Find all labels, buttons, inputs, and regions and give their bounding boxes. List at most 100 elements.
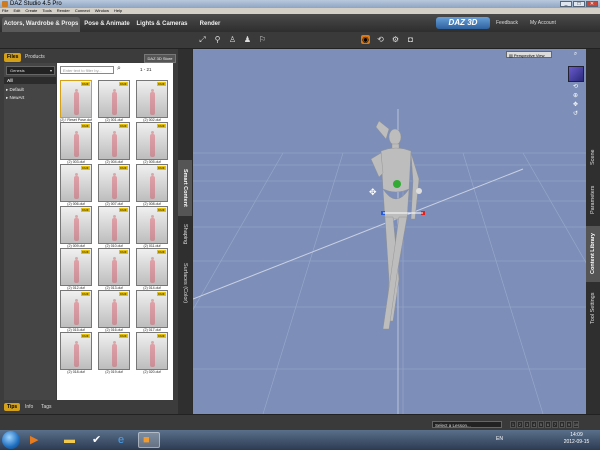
lesson-page-button[interactable]: 8 [559, 421, 565, 428]
content-thumbnail[interactable]: DUF [98, 122, 130, 160]
tab-lights-cameras[interactable]: Lights & Cameras [134, 17, 190, 32]
check-icon: ✔ [92, 434, 102, 446]
content-thumbnail[interactable]: DUF [98, 80, 130, 118]
render-settings-icon[interactable]: ⚙ [391, 35, 400, 44]
lesson-page-button[interactable]: 10 [573, 421, 579, 428]
content-thumbnail[interactable]: DUF [136, 164, 168, 202]
content-thumbnail[interactable]: DUF [98, 164, 130, 202]
pose-figure-preview [73, 89, 80, 115]
system-clock[interactable]: 14:09 2012-09-15 [555, 432, 598, 446]
filter-input[interactable]: Enter text to filter by... [60, 66, 114, 74]
start-button[interactable] [2, 431, 20, 449]
menu-window[interactable]: Window [95, 8, 109, 13]
menu-tools[interactable]: Tools [42, 8, 51, 13]
duf-badge: DUF [81, 82, 90, 86]
camera-orbit-icon[interactable]: ⟲ [376, 35, 385, 44]
content-thumbnail[interactable]: DUF [98, 206, 130, 244]
menu-create[interactable]: Create [25, 8, 37, 13]
tab-smart-content[interactable]: Smart Content [178, 160, 192, 216]
camera-pan-icon[interactable]: ✥ [572, 102, 579, 109]
feedback-link[interactable]: Feedback [496, 20, 518, 26]
render-camera-icon[interactable]: ◘ [406, 35, 415, 44]
close-button[interactable]: ✕ [586, 1, 598, 7]
language-indicator[interactable]: EN [496, 436, 503, 442]
tab-parameters[interactable]: Parameters [586, 176, 600, 224]
content-thumbnail[interactable]: DUF [98, 248, 130, 286]
category-select[interactable]: Genesis ▾ [6, 66, 55, 75]
node-tool-icon[interactable]: ⚐ [258, 35, 267, 44]
category-all[interactable]: All [4, 77, 56, 84]
viewport-scene: ✥ [193, 109, 586, 414]
tab-tool-settings[interactable]: Tool Settings [586, 284, 600, 332]
my-account-link[interactable]: My Account [530, 20, 556, 26]
category-default[interactable]: ▸ Default [6, 87, 24, 93]
genesis-figure[interactable] [370, 120, 420, 330]
minimize-button[interactable]: _ [560, 1, 572, 7]
tab-render[interactable]: Render [192, 17, 228, 32]
lesson-page-button[interactable]: 7 [552, 421, 558, 428]
category-newart[interactable]: ▸ NewArt [6, 95, 24, 101]
tab-products[interactable]: Products [22, 53, 48, 62]
menu-edit[interactable]: Edit [13, 8, 20, 13]
content-thumbnail[interactable]: DUF [60, 332, 92, 370]
lesson-page-button[interactable]: 5 [538, 421, 544, 428]
view-cube[interactable] [568, 66, 584, 82]
content-thumbnail[interactable]: DUF [136, 206, 168, 244]
menu-file[interactable]: File [2, 8, 8, 13]
daz-store-button[interactable]: DAZ 3D Store [144, 54, 176, 63]
tab-scene[interactable]: Scene [586, 140, 600, 174]
camera-reset-icon[interactable]: ↺ [572, 111, 579, 118]
content-thumbnail[interactable]: DUF [136, 332, 168, 370]
content-thumbnail[interactable]: DUF [60, 80, 92, 118]
tab-tips[interactable]: Tips [4, 403, 21, 411]
tab-info[interactable]: Info [22, 403, 36, 411]
tab-pose-animate[interactable]: Pose & Animate [82, 17, 132, 32]
tab-tags[interactable]: Tags [38, 403, 55, 411]
daz3d-logo: DAZ 3D [436, 17, 490, 29]
menu-help[interactable]: Help [114, 8, 122, 13]
3d-viewport[interactable]: ✥ [193, 49, 586, 414]
lesson-page-button[interactable]: 3 [524, 421, 530, 428]
search-icon[interactable]: ⌕ [117, 65, 125, 73]
lesson-page-button[interactable]: 1 [510, 421, 516, 428]
lesson-page-button[interactable]: 6 [545, 421, 551, 428]
category-select-value: Genesis [10, 68, 25, 73]
view-tool-icon[interactable]: ◉ [361, 35, 370, 44]
content-thumbnail[interactable]: DUF [60, 122, 92, 160]
content-thumbnail[interactable]: DUF [136, 80, 168, 118]
content-thumbnail[interactable]: DUF [136, 290, 168, 328]
lesson-page-button[interactable]: 2 [517, 421, 523, 428]
tab-files[interactable]: Files [4, 53, 22, 62]
pose-tool-icon[interactable]: ⤢ [198, 35, 207, 44]
tab-content-library[interactable]: Content Library [586, 226, 600, 282]
content-thumbnail[interactable]: DUF [98, 332, 130, 370]
manipulator-rotate-handle[interactable] [416, 188, 422, 194]
manipulator-green-handle[interactable] [393, 180, 401, 188]
tab-shaping[interactable]: Shaping [178, 218, 192, 250]
tab-surfaces-color[interactable]: Surfaces (Color) [178, 252, 192, 314]
menu-connect[interactable]: Connect [75, 8, 90, 13]
content-thumbnail[interactable]: DUF [60, 164, 92, 202]
duf-badge: DUF [119, 292, 128, 296]
figure-tool-icon[interactable]: ⚲ [213, 35, 222, 44]
tab-actors-wardrobe-props[interactable]: Actors, Wardrobe & Props [2, 17, 80, 32]
content-thumbnail[interactable]: DUF [98, 290, 130, 328]
duf-badge: DUF [81, 124, 90, 128]
camera-orbit-icon[interactable]: ⟲ [572, 84, 579, 91]
content-thumbnail[interactable]: DUF [60, 248, 92, 286]
menu-render[interactable]: Render [57, 8, 70, 13]
view-select[interactable]: ▤ Perspective View [506, 51, 552, 58]
camera-zoom-icon[interactable]: ⌕ [572, 51, 579, 58]
camera-dolly-icon[interactable]: ⊕ [572, 93, 579, 100]
lesson-select[interactable]: Select a Lesson... [432, 421, 502, 428]
content-thumbnail[interactable]: DUF [136, 122, 168, 160]
content-thumbnail[interactable]: DUF [60, 206, 92, 244]
content-thumbnail[interactable]: DUF [60, 290, 92, 328]
lesson-page-button[interactable]: 9 [566, 421, 572, 428]
content-thumbnail[interactable]: DUF [136, 248, 168, 286]
pose-figure-preview [111, 215, 118, 241]
maximize-button[interactable]: □ [573, 1, 585, 7]
joint-tool-icon[interactable]: ♟ [243, 35, 252, 44]
person-select-icon[interactable]: ♙ [228, 35, 237, 44]
lesson-page-button[interactable]: 4 [531, 421, 537, 428]
